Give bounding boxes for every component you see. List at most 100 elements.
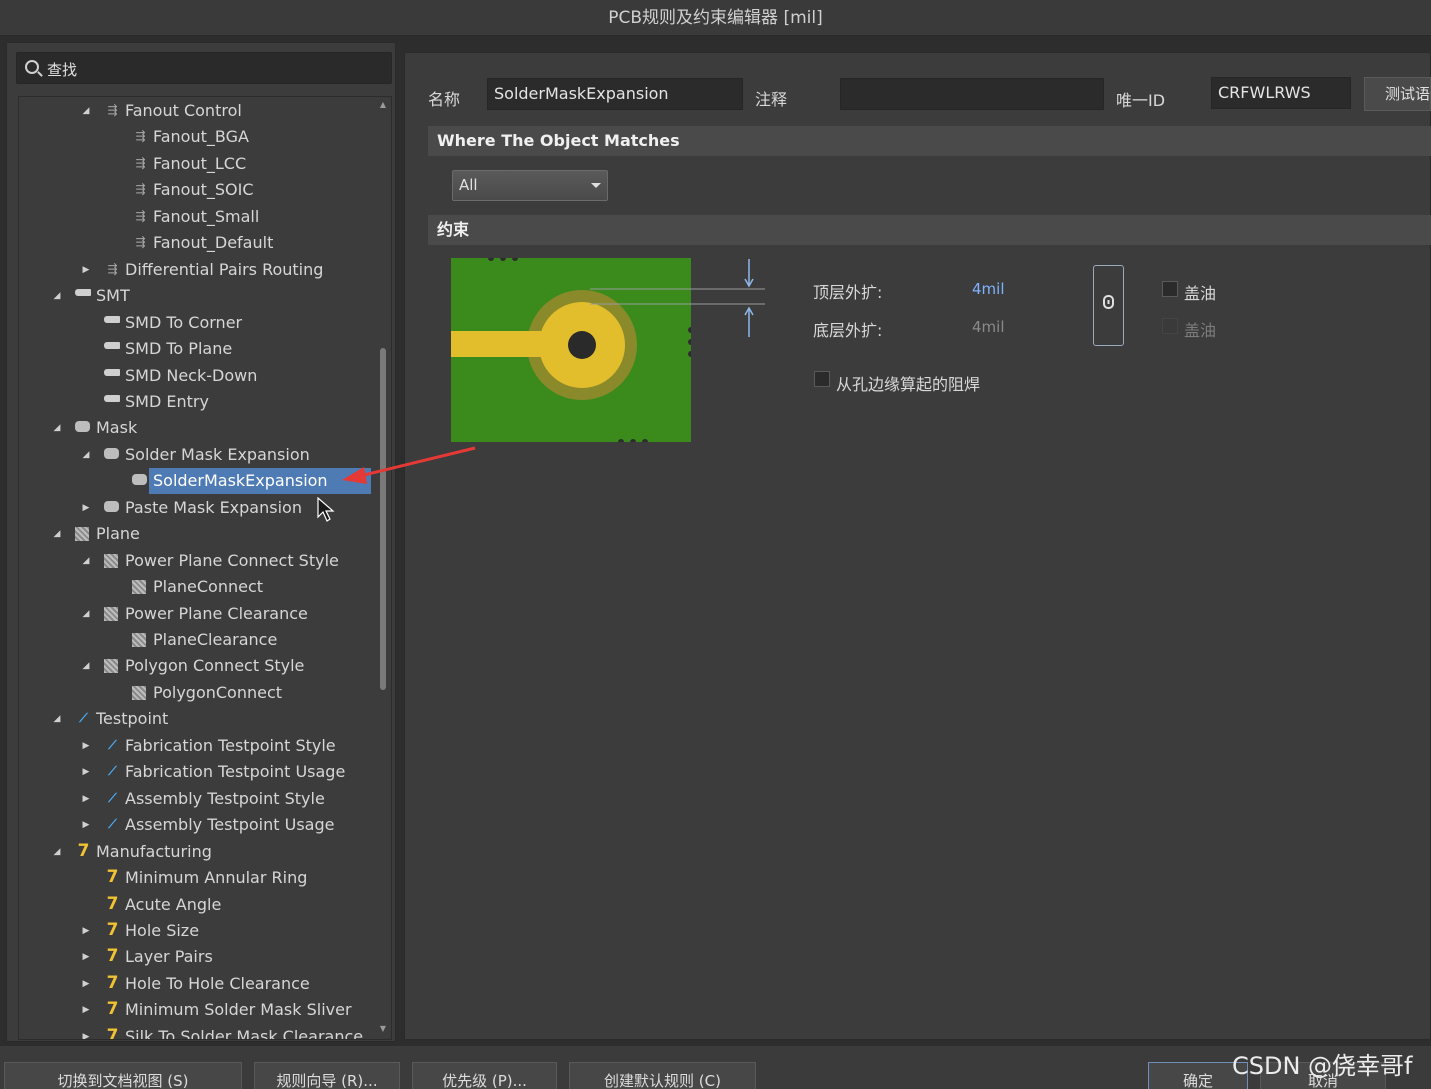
tree-item-label: Silk To Solder Mask Clearance <box>125 1026 364 1040</box>
tree-item[interactable]: ◢ ⇶ Fanout Control <box>19 98 379 124</box>
tree-item-label: Minimum Annular Ring <box>125 868 308 888</box>
tree-item[interactable]: ⇶ Fanout_Small <box>19 204 379 230</box>
tree-item[interactable]: ▶ 7 Hole Size <box>19 918 379 944</box>
tent-bottom-label: 盖油 <box>1184 321 1217 340</box>
test-button[interactable]: 测试语 <box>1364 77 1431 111</box>
tree-item[interactable]: ▶ ⇶ Differential Pairs Routing <box>19 257 379 283</box>
tree-item[interactable]: ▶ ⟋ Assembly Testpoint Usage <box>19 812 379 838</box>
tree-item[interactable]: SMD To Corner <box>19 310 379 336</box>
plane-icon <box>104 606 118 621</box>
tree-item[interactable]: ▶ ⟋ Assembly Testpoint Style <box>19 786 379 812</box>
expand-arrow-icon[interactable]: ◢ <box>51 415 63 441</box>
tree-item-label: Acute Angle <box>125 894 222 914</box>
tree-scrollbar[interactable]: ▲ ▼ <box>378 100 388 1036</box>
scroll-thumb[interactable] <box>380 348 386 690</box>
name-label: 名称 <box>428 90 461 109</box>
tree-item[interactable]: ◢ Power Plane Clearance <box>19 601 379 627</box>
tree-item[interactable]: ▶ 7 Silk To Solder Mask Clearance <box>19 1024 379 1040</box>
tree-item[interactable]: ▶ 7 Hole To Hole Clearance <box>19 971 379 997</box>
match-scope-select[interactable]: All <box>452 170 608 201</box>
tree-item[interactable]: ⇶ Fanout_SOIC <box>19 177 379 203</box>
tree-item[interactable]: ▶ 7 Minimum Solder Mask Sliver <box>19 997 379 1023</box>
smd-icon <box>104 342 120 350</box>
collapse-arrow-icon[interactable]: ▶ <box>80 786 92 812</box>
manufacturing-icon: 7 <box>106 999 119 1020</box>
tree-item[interactable]: 7 Acute Angle <box>19 892 379 918</box>
expand-arrow-icon[interactable]: ◢ <box>51 706 63 732</box>
constraints-header: 约束 <box>428 215 1431 245</box>
collapse-arrow-icon[interactable]: ▶ <box>80 759 92 785</box>
tree-item[interactable]: ◢ ⟋ Testpoint <box>19 706 379 732</box>
search-input[interactable]: 查找 <box>16 52 392 84</box>
plane-icon <box>132 633 146 647</box>
expand-arrow-icon[interactable]: ◢ <box>80 653 92 679</box>
bottom-expansion-value[interactable]: 4mil <box>972 318 1005 336</box>
comment-field[interactable] <box>840 78 1104 110</box>
tree-item[interactable]: 7 Minimum Annular Ring <box>19 865 379 891</box>
expand-arrow-icon[interactable]: ◢ <box>80 98 92 124</box>
tree-item-label: Manufacturing <box>96 841 212 861</box>
collapse-arrow-icon[interactable]: ▶ <box>80 971 92 997</box>
collapse-arrow-icon[interactable]: ▶ <box>80 495 92 521</box>
collapse-arrow-icon[interactable]: ▶ <box>80 257 92 283</box>
expand-arrow-icon[interactable]: ◢ <box>51 283 63 309</box>
tree-item[interactable]: ◢ Solder Mask Expansion <box>19 442 379 468</box>
chevron-down-icon <box>591 183 601 188</box>
tree-item[interactable]: PlaneClearance <box>19 627 379 653</box>
mask-icon <box>75 421 90 433</box>
collapse-arrow-icon[interactable]: ▶ <box>80 997 92 1023</box>
tree-item[interactable]: SMD To Plane <box>19 336 379 362</box>
plane-icon <box>75 527 89 542</box>
plane-icon <box>104 659 118 674</box>
expand-arrow-icon[interactable]: ◢ <box>80 548 92 574</box>
tree-item[interactable]: ▶ ⟋ Fabrication Testpoint Usage <box>19 759 379 785</box>
switch-document-view-button[interactable]: 切换到文档视图 (S) <box>4 1062 242 1089</box>
manufacturing-icon: 7 <box>106 972 119 993</box>
tree-item[interactable]: ◢ Power Plane Connect Style <box>19 548 379 574</box>
tent-top-label: 盖油 <box>1184 284 1217 303</box>
scroll-down-icon[interactable]: ▼ <box>378 1024 388 1033</box>
collapse-arrow-icon[interactable]: ▶ <box>80 812 92 838</box>
link-values-button[interactable] <box>1093 265 1124 346</box>
tree-item[interactable]: PolygonConnect <box>19 680 379 706</box>
tree-item[interactable]: ▶ 7 Layer Pairs <box>19 944 379 970</box>
tree-item-label: PlaneConnect <box>153 577 264 597</box>
tree-item[interactable]: ◢ 7 Manufacturing <box>19 839 379 865</box>
tent-top-checkbox[interactable] <box>1162 281 1178 297</box>
collapse-arrow-icon[interactable]: ▶ <box>80 918 92 944</box>
create-default-rules-button[interactable]: 创建默认规则 (C) <box>569 1062 756 1089</box>
fanout-icon: ⇶ <box>135 182 146 197</box>
tree-item[interactable]: SolderMaskExpansion <box>19 468 379 495</box>
tree-item[interactable]: ◢ SMT <box>19 283 379 309</box>
collapse-arrow-icon[interactable]: ▶ <box>80 733 92 759</box>
tree-item[interactable]: ⇶ Fanout_Default <box>19 230 379 256</box>
tree-item[interactable]: ▶ ⟋ Fabrication Testpoint Style <box>19 733 379 759</box>
top-expansion-value[interactable]: 4mil <box>972 280 1005 298</box>
priority-button[interactable]: 优先级 (P)... <box>412 1062 557 1089</box>
tree-item[interactable]: ◢ Plane <box>19 521 379 547</box>
scroll-up-icon[interactable]: ▲ <box>378 100 388 109</box>
rules-tree[interactable]: ◢ ⇶ Fanout Control ⇶ Fanout_BGA ⇶ Fanout_LCC ⇶ F… <box>18 96 392 1040</box>
expand-arrow-icon[interactable]: ◢ <box>51 521 63 547</box>
tree-item-label: PlaneClearance <box>153 630 278 649</box>
tent-bottom-checkbox[interactable] <box>1162 318 1178 334</box>
collapse-arrow-icon[interactable]: ▶ <box>80 1024 92 1039</box>
expand-arrow-icon[interactable]: ◢ <box>80 442 92 468</box>
mask-icon <box>132 474 147 486</box>
rule-wizard-button[interactable]: 规则向导 (R)... <box>254 1062 400 1089</box>
expand-arrow-icon[interactable]: ◢ <box>51 839 63 865</box>
unique-id-field[interactable]: CRFWLRWS <box>1211 77 1351 109</box>
tree-item[interactable]: ⇶ Fanout_LCC <box>19 151 379 177</box>
name-field[interactable]: SolderMaskExpansion <box>487 78 743 110</box>
collapse-arrow-icon[interactable]: ▶ <box>80 944 92 970</box>
tree-item[interactable]: ◢ Mask <box>19 415 379 441</box>
tree-item[interactable]: SMD Entry <box>19 389 379 415</box>
expansion-dimension-lines <box>590 259 765 337</box>
expand-arrow-icon[interactable]: ◢ <box>80 601 92 627</box>
search-placeholder: 查找 <box>47 61 78 79</box>
tree-item[interactable]: ◢ Polygon Connect Style <box>19 653 379 679</box>
tree-item[interactable]: SMD Neck-Down <box>19 363 379 389</box>
tree-item[interactable]: ⇶ Fanout_BGA <box>19 124 379 150</box>
tree-item[interactable]: PlaneConnect <box>19 574 379 600</box>
from-hole-edge-checkbox[interactable] <box>814 371 830 387</box>
